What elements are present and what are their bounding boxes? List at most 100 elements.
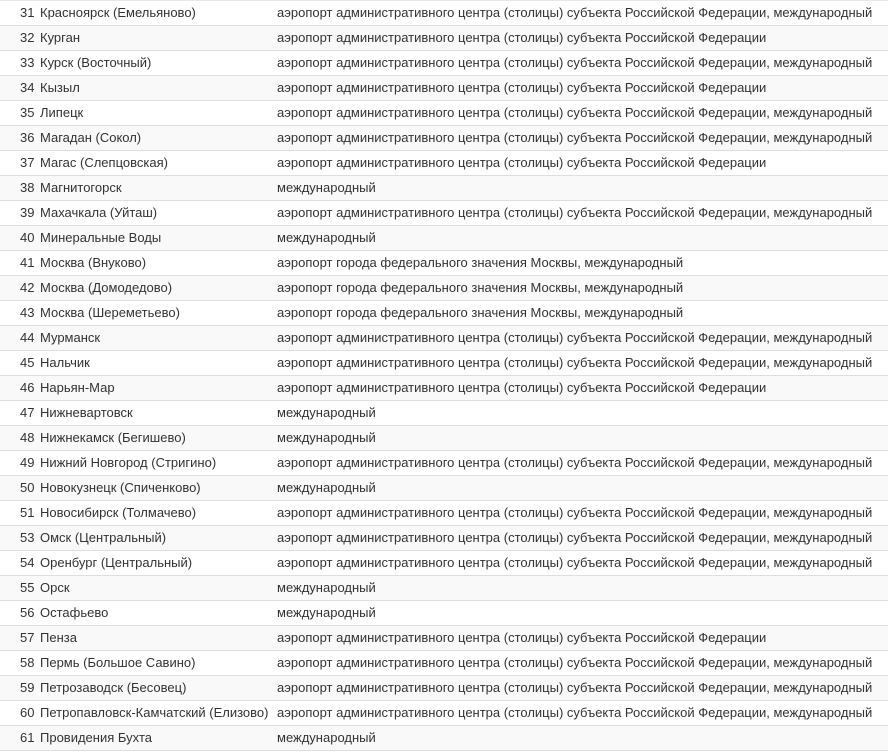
airport-name: Курган	[40, 30, 81, 45]
airport-status: аэропорт города федерального значения Мо…	[277, 305, 684, 320]
table-row: 40 Минеральные Воды международный	[0, 226, 888, 251]
row-number: 31	[20, 5, 35, 20]
airport-name: Новокузнецк (Спиченково)	[40, 480, 201, 495]
row-number: 37	[20, 155, 35, 170]
airport-status: аэропорт административного центра (столи…	[277, 705, 873, 720]
table-row: 45 Нальчик аэропорт административного цент…	[0, 351, 888, 376]
row-number: 53	[20, 530, 35, 545]
row-number: 39	[20, 205, 35, 220]
airport-name: Москва (Внуково)	[40, 255, 147, 270]
airport-status: аэропорт административного центра (столи…	[277, 530, 873, 545]
airport-name: Петропавловск-Камчатский (Елизово)	[40, 705, 269, 720]
table-row: 42 Москва (Домодедово) аэропорт города фед…	[0, 276, 888, 301]
row-number: 50	[20, 480, 35, 495]
airport-name: Магас (Слепцовская)	[40, 155, 168, 170]
airport-status: аэропорт административного центра (столи…	[277, 330, 873, 345]
airport-name: Провидения Бухта	[40, 730, 153, 745]
airport-status: аэропорт административного центра (столи…	[277, 455, 873, 470]
table-row: 39 Махачкала (Уйташ) аэропорт администрати…	[0, 201, 888, 226]
airport-status: аэропорт административного центра (столи…	[277, 380, 767, 395]
table-row: 49 Нижний Новгород (Стригино) аэропорт адм…	[0, 451, 888, 476]
row-number: 40	[20, 230, 35, 245]
row-number: 58	[20, 655, 35, 670]
airport-status: аэропорт административного центра (столи…	[277, 680, 873, 695]
airport-name: Остафьево	[40, 605, 109, 620]
row-number: 59	[20, 680, 35, 695]
row-number: 41	[20, 255, 35, 270]
airport-name: Пермь (Большое Савино)	[40, 655, 196, 670]
airport-status: аэропорт города федерального значения Мо…	[277, 255, 684, 270]
row-number: 38	[20, 180, 35, 195]
table-row: 31 Красноярск (Емельяново) аэропорт админи…	[0, 1, 888, 26]
airport-status: аэропорт административного центра (столи…	[277, 205, 873, 220]
airport-name: Нижнекамск (Бегишево)	[40, 430, 186, 445]
airport-name: Мурманск	[40, 330, 101, 345]
table-row: 57 Пенза аэропорт административного центра…	[0, 626, 888, 651]
table-row: 41 Москва (Внуково) аэропорт города федера…	[0, 251, 888, 276]
row-number: 48	[20, 430, 35, 445]
table-row: 55 Орск международный	[0, 576, 888, 601]
airport-status: аэропорт административного центра (столи…	[277, 130, 873, 145]
row-number: 47	[20, 405, 35, 420]
row-number: 55	[20, 580, 35, 595]
airport-name: Нижний Новгород (Стригино)	[40, 455, 217, 470]
table-row: 60 Петропавловск-Камчатский (Елизово) аэро…	[0, 701, 888, 726]
airport-status: аэропорт административного центра (столи…	[277, 355, 873, 370]
airport-name: Кызыл	[40, 80, 80, 95]
airport-status: международный	[277, 580, 376, 595]
airport-name: Москва (Домодедово)	[40, 280, 173, 295]
airport-status: аэропорт административного центра (столи…	[277, 630, 767, 645]
airport-status: международный	[277, 430, 376, 445]
airport-name: Пенза	[40, 630, 77, 645]
row-number: 60	[20, 705, 35, 720]
table-row: 32 Курган аэропорт административного центр…	[0, 26, 888, 51]
table-row: 38 Магнитогорск международный	[0, 176, 888, 201]
airport-status: международный	[277, 230, 376, 245]
airport-table: 31 Красноярск (Емельяново) аэропорт админи…	[0, 0, 888, 751]
row-number: 44	[20, 330, 35, 345]
airport-name: Курск (Восточный)	[40, 55, 152, 70]
airport-status: аэропорт административного центра (столи…	[277, 80, 767, 95]
row-number: 46	[20, 380, 35, 395]
airport-status: международный	[277, 405, 376, 420]
airport-name: Махачкала (Уйташ)	[40, 205, 158, 220]
airport-status: аэропорт административного центра (столи…	[277, 105, 873, 120]
airport-name: Липецк	[40, 105, 84, 120]
table-row: 44 Мурманск аэропорт административного цен…	[0, 326, 888, 351]
table-row: 47 Нижневартовск международный	[0, 401, 888, 426]
table-row: 53 Омск (Центральный) аэропорт администрат…	[0, 526, 888, 551]
table-row: 34 Кызыл аэропорт административного центра…	[0, 76, 888, 101]
airport-status: международный	[277, 730, 376, 745]
airport-name: Нальчик	[40, 355, 90, 370]
row-number: 36	[20, 130, 35, 145]
table-row: 35 Липецк аэропорт административного центр…	[0, 101, 888, 126]
airport-name: Москва (Шереметьево)	[40, 305, 180, 320]
table-row: 33 Курск (Восточный) аэропорт администрати…	[0, 51, 888, 76]
airport-status: аэропорт административного центра (столи…	[277, 55, 873, 70]
airport-status: международный	[277, 180, 376, 195]
table-row: 48 Нижнекамск (Бегишево) международный	[0, 426, 888, 451]
airport-name: Нижневартовск	[40, 405, 133, 420]
table-row: 51 Новосибирск (Толмачево) аэропорт админи…	[0, 501, 888, 526]
table-row: 58 Пермь (Большое Савино) аэропорт админис…	[0, 651, 888, 676]
table-row: 43 Москва (Шереметьево) аэропорт города фе…	[0, 301, 888, 326]
airport-status: международный	[277, 605, 376, 620]
row-number: 45	[20, 355, 35, 370]
table-row: 61 Провидения Бухта международный	[0, 726, 888, 751]
table-row: 36 Магадан (Сокол) аэропорт административн…	[0, 126, 888, 151]
row-number: 49	[20, 455, 35, 470]
row-number: 61	[20, 730, 35, 745]
row-number: 57	[20, 630, 35, 645]
airport-status: аэропорт административного центра (столи…	[277, 505, 873, 520]
row-number: 54	[20, 555, 35, 570]
airport-status: аэропорт административного центра (столи…	[277, 5, 873, 20]
airport-name: Магадан (Сокол)	[40, 130, 142, 145]
row-number: 51	[20, 505, 35, 520]
table-row: 59 Петрозаводск (Бесовец) аэропорт админис…	[0, 676, 888, 701]
airport-name: Оренбург (Центральный)	[40, 555, 193, 570]
table-row: 46 Нарьян-Мар аэропорт административного ц…	[0, 376, 888, 401]
airport-name: Орск	[40, 580, 70, 595]
airport-status: международный	[277, 480, 376, 495]
airport-name: Минеральные Воды	[40, 230, 162, 245]
row-number: 34	[20, 80, 35, 95]
